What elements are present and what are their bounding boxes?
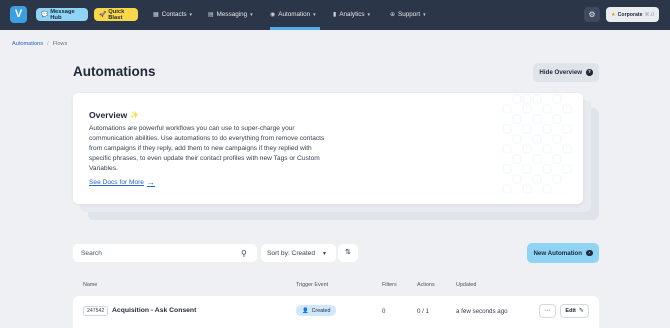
overview-description: Automations are powerful workflows you c… [89,125,325,172]
arrow-right-icon: → [146,178,155,187]
column-header-name[interactable]: Name [83,282,97,288]
hide-overview-label: Hide Overview [539,69,583,76]
column-header-filters[interactable]: Filters [382,282,397,288]
search-icon[interactable]: ⚲ [241,249,247,258]
nav-item-label: Analytics [339,11,365,18]
chevron-down-icon: ▾ [250,11,253,18]
star-icon: ★ [611,11,616,18]
breadcrumb-separator: / [47,41,49,47]
breadcrumb-current: Flows [52,41,68,47]
nav-item-support[interactable]: ⊕ Support ▾ [390,9,426,20]
search-placeholder: Search [81,249,102,257]
chevron-down-icon: ▾ [189,11,193,18]
sort-select[interactable]: Sort by: Created ▾ [261,244,336,262]
overview-card: Overview ✨ Automations are powerful work… [73,93,583,204]
sort-arrows-icon: ⇅ [345,249,351,256]
quick-blast-button[interactable]: 🚀 Quick Blast [94,8,138,21]
filters-count: 0 [382,308,386,315]
sparkle-icon: ✨ [130,112,139,119]
chevron-down-icon: ▾ [367,11,371,18]
support-icon: ⊕ [390,12,396,18]
status-badge: 👤 Created [296,305,337,316]
trigger-label: Created [311,307,331,314]
search-input[interactable]: Search [73,244,257,262]
page-title: Automations [73,64,156,79]
sort-label: Sort by: Created [267,249,316,257]
app-logo[interactable]: V [10,6,27,23]
ellipsis-icon: ··· [544,307,551,314]
edit-button[interactable]: Edit ✎ [560,304,589,318]
nav-item-automation[interactable]: ◉ Automation ▾ [270,9,316,20]
user-icon: 👤 [302,307,309,314]
account-shortcut: ⌘.0 [644,11,654,18]
decorative-grid-pattern [502,94,572,194]
overview-title: Overview ✨ [89,110,139,120]
automation-name[interactable]: Acquisition - Ask Consent [112,307,196,314]
pencil-icon: ✎ [578,308,584,314]
column-header-actions[interactable]: Actions [417,282,435,288]
updated-time: a few seconds ago [456,308,508,315]
new-automation-button[interactable]: New Automation › [527,243,599,263]
contacts-icon: ▦ [153,12,159,18]
messaging-icon: ▤ [208,12,214,18]
chevron-down-icon: ▾ [313,11,316,18]
arrow-right-circle-icon: › [586,249,593,257]
table-row[interactable]: 247542 Acquisition - Ask Consent 👤 Creat… [73,296,599,328]
settings-button[interactable]: ⚙ [584,7,600,22]
column-header-trigger[interactable]: Trigger Event [296,282,328,288]
account-label: Corporate [617,11,643,18]
message-hub-button[interactable]: 💬 Message Hub [36,8,88,21]
top-navigation: V 💬 Message Hub 🚀 Quick Blast ▦ Contacts… [0,0,670,30]
rocket-icon: 🚀 [99,11,107,18]
nav-item-label: Support [398,11,421,18]
see-docs-link[interactable]: See Docs for More → [89,178,155,187]
overview-title-text: Overview [89,110,128,120]
nav-item-label: Automation [278,11,311,18]
automation-icon: ◉ [270,12,276,18]
active-nav-indicator [270,27,320,30]
more-options-button[interactable]: ··· [539,304,556,318]
see-docs-label: See Docs for More [89,179,144,186]
quick-blast-label: Quick Blast [108,8,125,21]
info-icon: ? [586,69,593,76]
analytics-icon: ▮ [333,12,337,18]
gear-icon: ⚙ [588,10,596,19]
nav-item-label: Contacts [161,11,187,18]
hide-overview-button[interactable]: Hide Overview ? [533,63,599,82]
actions-count: 0 / 1 [417,308,430,315]
message-hub-label: Message Hub [50,8,75,21]
breadcrumb-automations-link[interactable]: Automations [12,41,43,47]
nav-item-label: Messaging [216,11,248,18]
edit-label: Edit [565,308,576,314]
nav-item-contacts[interactable]: ▦ Contacts ▾ [153,9,192,20]
chevron-down-icon: ▾ [423,11,426,18]
new-automation-label: New Automation [533,249,583,257]
sort-direction-button[interactable]: ⇅ [338,244,358,262]
breadcrumb: Automations / Flows [12,41,67,47]
chevron-down-icon: ▾ [323,250,327,257]
account-switcher-button[interactable]: ★ Corporate ⌘.0 [606,7,659,22]
column-header-updated[interactable]: Updated [456,282,476,288]
chat-icon: 💬 [41,11,49,18]
nav-item-analytics[interactable]: ▮ Analytics ▾ [333,9,370,20]
nav-item-messaging[interactable]: ▤ Messaging ▾ [208,9,253,20]
automation-id: 247542 [83,306,109,316]
